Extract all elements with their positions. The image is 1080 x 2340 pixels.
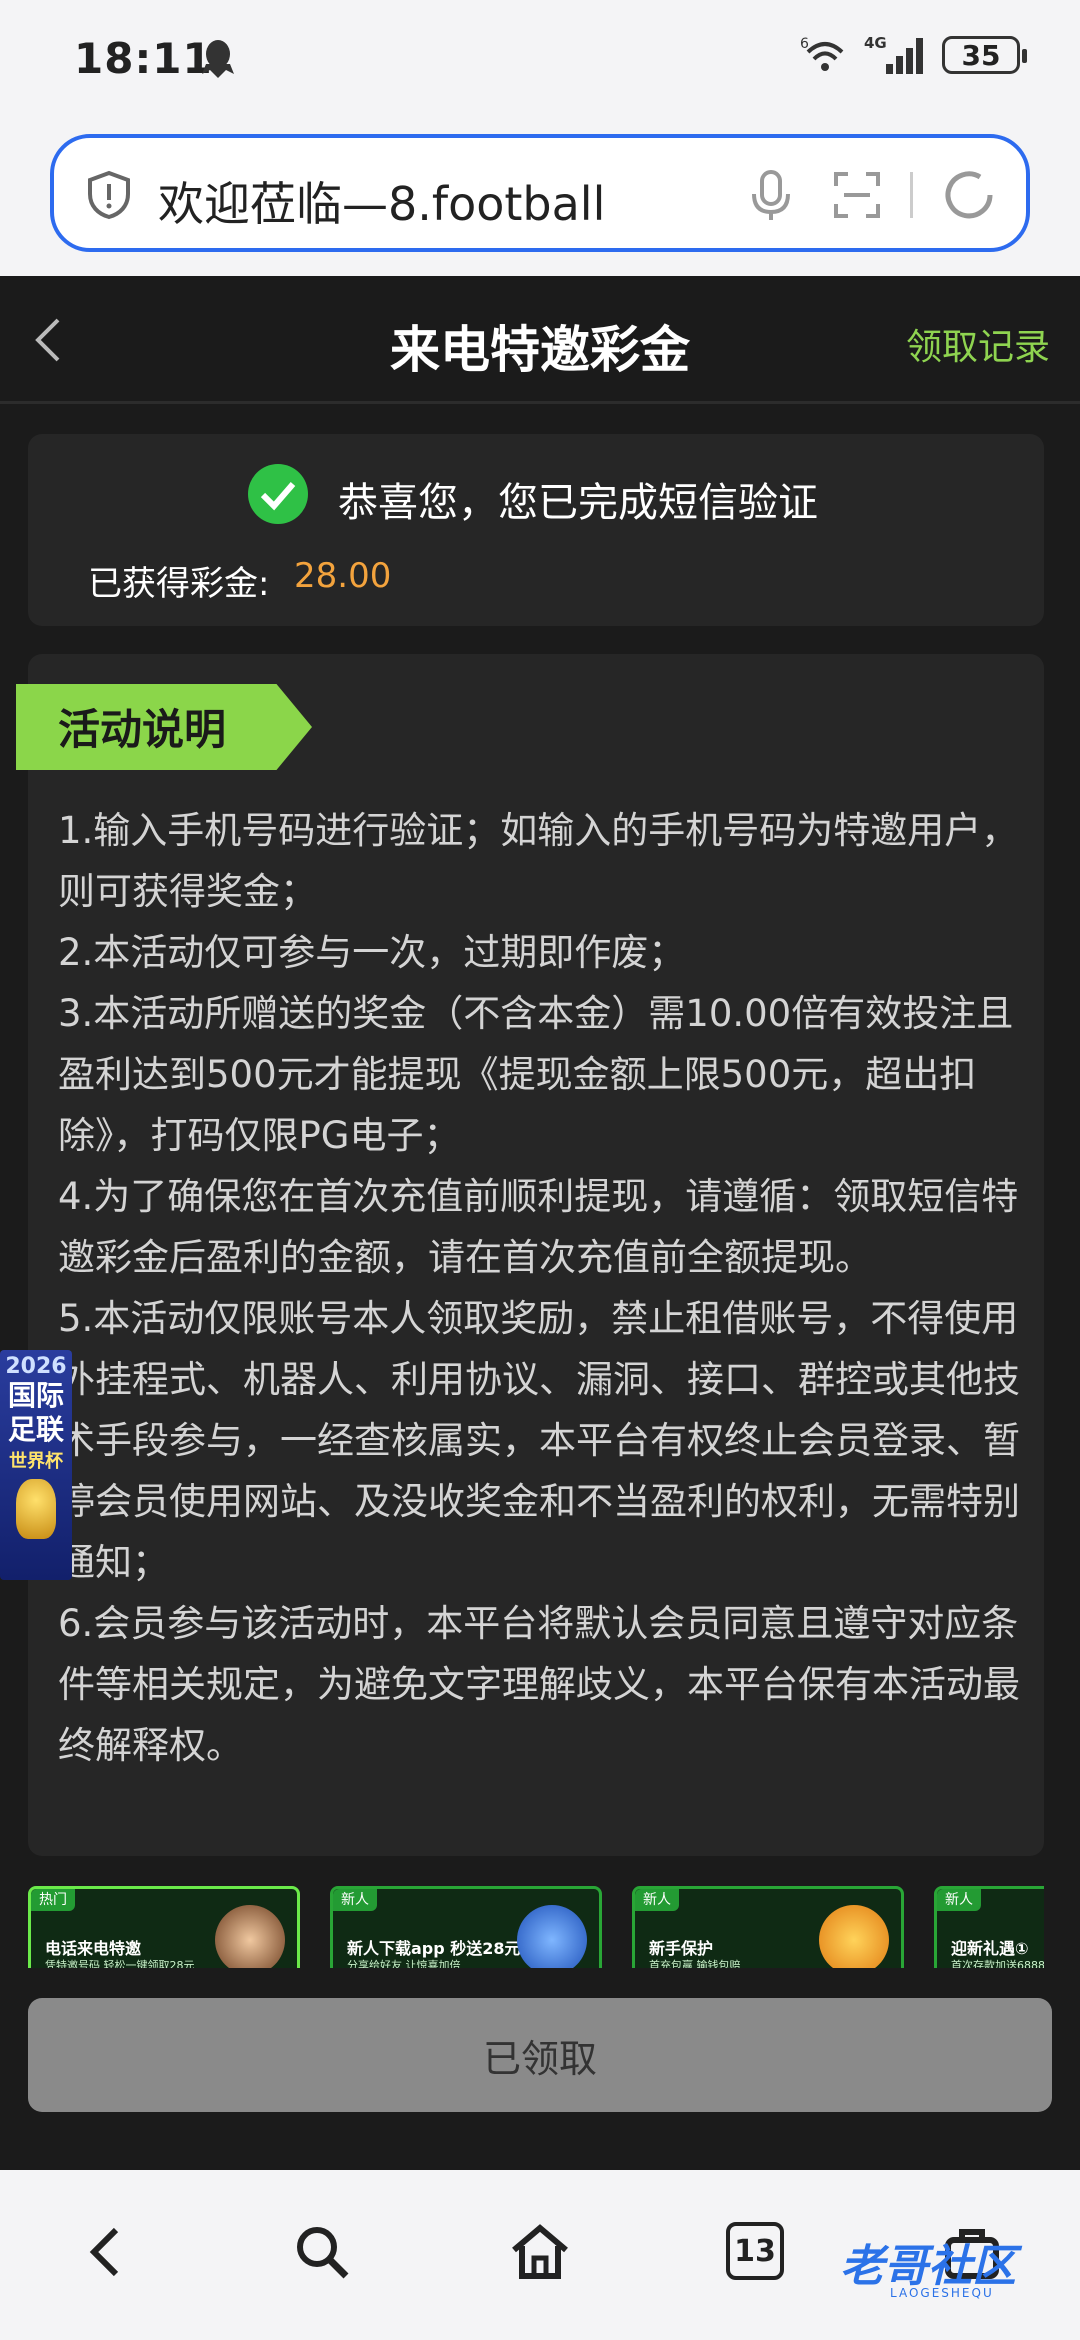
- promo-title: 新人下载app 秒送28元: [347, 1939, 521, 1958]
- promo-subtitle: 分享给好友 让惊喜加倍: [347, 1959, 461, 1968]
- trophy-icon: [16, 1479, 56, 1539]
- reload-icon[interactable]: [940, 166, 998, 224]
- verification-card: 恭喜您，您已完成短信验证 已获得彩金: 28.00: [28, 434, 1044, 626]
- watermark-logo: 老哥社区: [840, 2241, 1016, 2292]
- back-nav-icon[interactable]: [76, 2220, 140, 2284]
- promo-strip: 热门 电话来电特邀 凭特邀号码 轻松一键领取28元 新人 新人下载app 秒送2…: [28, 1886, 1044, 1968]
- tabs-count-button[interactable]: 13: [726, 2222, 784, 2280]
- rule-item: 2.本活动仅可参与一次，过期即作废；: [58, 931, 686, 974]
- watermark-subtext: LAOGESHEQU: [890, 2286, 994, 2300]
- promo-subtitle: 首充包赢 输钱包赔: [649, 1959, 741, 1968]
- sim-slot-label: 6: [800, 36, 809, 52]
- rule-item: 4.为了确保您在首次充值前顺利提现，请遵循：领取短信特邀彩金后盈利的金额，请在首…: [58, 1175, 1019, 1279]
- page-header: 来电特邀彩金 领取记录: [0, 276, 1080, 404]
- badge-line3: 世界杯: [9, 1451, 63, 1472]
- browser-toolbar: 欢迎莅临—8.football: [0, 118, 1080, 276]
- rule-item: 5.本活动仅限账号本人领取奖励，禁止租借账号，不得使用外挂程式、机器人、利用协议…: [58, 1297, 1020, 1584]
- promo-model-image: [215, 1905, 285, 1968]
- home-icon[interactable]: [508, 2220, 572, 2284]
- status-icons: 6 4G 35: [800, 34, 1027, 76]
- promo-card-app-download[interactable]: 新人 新人下载app 秒送28元 分享给好友 让惊喜加倍: [330, 1886, 602, 1968]
- promo-card-welcome-gift[interactable]: 新人 迎新礼遇① 首次存款加送6888元: [934, 1886, 1044, 1968]
- search-icon[interactable]: [290, 2220, 354, 2284]
- status-time: 18:11: [74, 34, 213, 83]
- star-icon: [819, 1905, 889, 1968]
- promo-tag: 新人: [333, 1889, 377, 1911]
- badge-line2: 足联: [7, 1413, 64, 1446]
- status-bar: 18:11 6 4G 35: [0, 0, 1080, 118]
- url-bar[interactable]: 欢迎莅临—8.football: [50, 134, 1030, 252]
- promo-tag: 热门: [31, 1889, 75, 1911]
- toolbar-divider: [910, 172, 913, 218]
- url-text[interactable]: 欢迎莅临—8.football: [158, 168, 605, 234]
- promo-card-invite-call[interactable]: 热门 电话来电特邀 凭特邀号码 轻松一键领取28元: [28, 1886, 300, 1968]
- battery-indicator: 35: [942, 36, 1027, 74]
- promo-subtitle: 首次存款加送6888元: [951, 1959, 1044, 1968]
- rules-list: 1.输入手机号码进行验证；如输入的手机号码为特邀用户，则可获得奖金； 2.本活动…: [58, 800, 1038, 1776]
- promo-title: 电话来电特邀: [45, 1939, 142, 1958]
- check-circle-icon: [248, 464, 308, 524]
- promo-title: 新手保护: [649, 1939, 714, 1958]
- badge-year: 2026: [5, 1354, 67, 1379]
- badge-line1: 国际: [7, 1379, 64, 1412]
- promo-card-new-user-protection[interactable]: 新人 新手保护 首充包赢 输钱包赔: [632, 1886, 904, 1968]
- scan-icon[interactable]: [832, 170, 882, 220]
- promo-title: 迎新礼遇①: [951, 1939, 1029, 1958]
- claim-bar: 已领取: [0, 1968, 1080, 2170]
- rule-item: 6.会员参与该活动时，本平台将默认会员同意且遵守对应条件等相关规定，为避免文字理…: [58, 1602, 1020, 1767]
- signal-icon: 4G: [864, 34, 923, 74]
- rule-item: 1.输入手机号码进行验证；如输入的手机号码为特邀用户，则可获得奖金；: [58, 809, 1019, 913]
- shield-icon[interactable]: [86, 170, 132, 220]
- claimed-button[interactable]: 已领取: [28, 1998, 1052, 2112]
- rules-card: 活动说明 1.输入手机号码进行验证；如输入的手机号码为特邀用户，则可获得奖金； …: [16, 654, 1044, 1856]
- phone-icon: [517, 1905, 587, 1968]
- promo-subtitle: 凭特邀号码 轻松一键领取28元: [45, 1959, 195, 1968]
- promo-tag: 新人: [635, 1889, 679, 1911]
- bonus-value: 28.00: [294, 556, 392, 596]
- network-type-label: 4G: [864, 34, 887, 52]
- claim-record-link[interactable]: 领取记录: [906, 318, 1050, 370]
- promo-tag: 新人: [937, 1889, 981, 1911]
- microphone-icon[interactable]: [746, 168, 796, 224]
- rules-title: 活动说明: [58, 705, 227, 754]
- rule-item: 3.本活动所赠送的奖金（不含本金）需10.00倍有效投注且盈利达到500元才能提…: [58, 992, 1014, 1157]
- browser-bottom-nav: 13 老哥社区 LAOGESHEQU: [0, 2170, 1080, 2340]
- bonus-label: 已获得彩金:: [88, 564, 270, 604]
- wifi-icon: 6: [800, 36, 844, 71]
- verification-message: 恭喜您，您已完成短信验证: [338, 480, 818, 526]
- qq-icon: [202, 40, 234, 78]
- world-cup-floating-badge[interactable]: 2026 国际 足联 世界杯: [0, 1350, 72, 1580]
